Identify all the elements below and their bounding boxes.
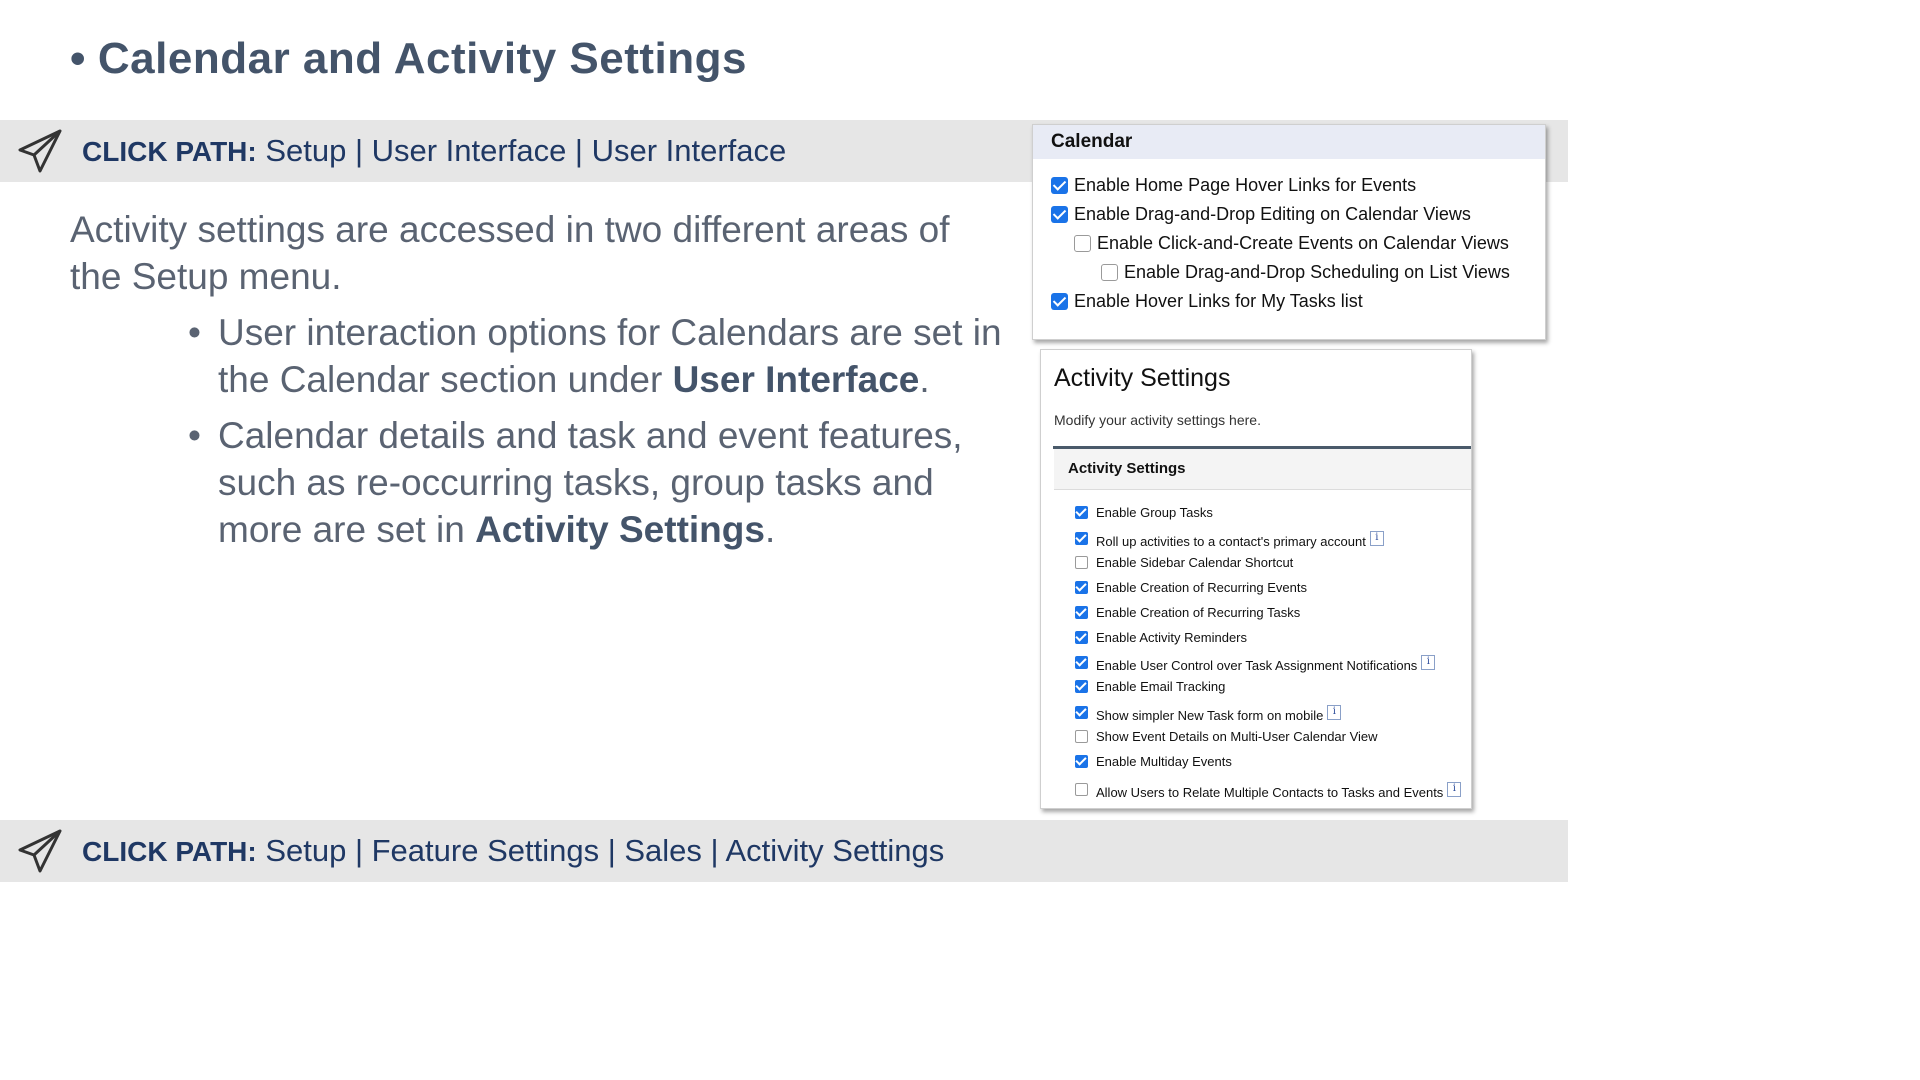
option-label: Allow Users to Relate Multiple Contacts … bbox=[1096, 785, 1444, 800]
checkbox[interactable] bbox=[1075, 755, 1088, 768]
activity-section-header: Activity Settings bbox=[1054, 449, 1471, 490]
activity-option[interactable]: Show simpler New Task form on mobile i bbox=[1075, 705, 1342, 723]
title-text: Calendar and Activity Settings bbox=[97, 34, 747, 83]
option-label: Enable Sidebar Calendar Shortcut bbox=[1096, 555, 1294, 570]
calendar-option[interactable]: Enable Drag-and-Drop Scheduling on List … bbox=[1101, 262, 1510, 283]
activity-option[interactable]: Enable Group Tasks bbox=[1075, 505, 1213, 520]
click-path-banner-bottom: CLICK PATH: Setup | Feature Settings | S… bbox=[0, 820, 1568, 882]
click-path-text: CLICK PATH: Setup | Feature Settings | S… bbox=[82, 833, 944, 869]
click-path-text: CLICK PATH: Setup | User Interface | Use… bbox=[82, 133, 786, 169]
activity-option[interactable]: Enable Creation of Recurring Tasks bbox=[1075, 605, 1300, 620]
option-label: Roll up activities to a contact's primar… bbox=[1096, 534, 1366, 549]
activity-option[interactable]: Enable Multiday Events bbox=[1075, 754, 1232, 769]
checkbox[interactable] bbox=[1075, 606, 1088, 619]
checkbox[interactable] bbox=[1075, 783, 1088, 796]
activity-option[interactable]: Enable Sidebar Calendar Shortcut bbox=[1075, 555, 1293, 570]
option-label: Enable Creation of Recurring Tasks bbox=[1096, 605, 1301, 620]
info-icon[interactable]: i bbox=[1421, 655, 1436, 670]
option-label: Show Event Details on Multi-User Calenda… bbox=[1096, 729, 1378, 744]
bullet-list: • User interaction options for Calendars … bbox=[188, 309, 1008, 562]
calendar-option[interactable]: Enable Click-and-Create Events on Calend… bbox=[1074, 233, 1509, 254]
option-label: Enable Creation of Recurring Events bbox=[1096, 580, 1308, 595]
option-label: Enable Multiday Events bbox=[1096, 754, 1232, 769]
calendar-option[interactable]: Enable Drag-and-Drop Editing on Calendar… bbox=[1051, 204, 1471, 225]
checkbox[interactable] bbox=[1101, 264, 1118, 281]
bullet-item: • User interaction options for Calendars … bbox=[188, 312, 1002, 400]
info-icon[interactable]: i bbox=[1327, 705, 1342, 720]
activity-option[interactable]: Enable User Control over Task Assignment… bbox=[1075, 655, 1436, 673]
activity-option[interactable]: Enable Creation of Recurring Events bbox=[1075, 580, 1307, 595]
bullet-item: • Calendar details and task and event fea… bbox=[188, 415, 963, 550]
option-label: Show simpler New Task form on mobile bbox=[1096, 708, 1324, 723]
checkbox[interactable] bbox=[1051, 177, 1068, 194]
checkbox[interactable] bbox=[1075, 532, 1088, 545]
checkbox[interactable] bbox=[1075, 656, 1088, 669]
option-label: Enable User Control over Task Assignment… bbox=[1096, 658, 1418, 673]
paper-plane-icon bbox=[18, 829, 62, 873]
checkbox[interactable] bbox=[1075, 556, 1088, 569]
activity-panel-subtitle: Modify your activity settings here. bbox=[1054, 412, 1261, 428]
info-icon[interactable]: i bbox=[1369, 531, 1384, 546]
calendar-option[interactable]: Enable Home Page Hover Links for Events bbox=[1051, 175, 1416, 196]
checkbox[interactable] bbox=[1075, 706, 1088, 719]
activity-panel-title: Activity Settings bbox=[1054, 364, 1231, 392]
calendar-option[interactable]: Enable Hover Links for My Tasks list bbox=[1051, 291, 1363, 312]
activity-option[interactable]: Show Event Details on Multi-User Calenda… bbox=[1075, 729, 1378, 744]
info-icon[interactable]: i bbox=[1447, 782, 1462, 797]
activity-settings-panel: Activity Settings Modify your activity s… bbox=[1040, 349, 1472, 809]
option-label: Enable Activity Reminders bbox=[1096, 630, 1248, 645]
checkbox[interactable] bbox=[1051, 293, 1068, 310]
slide-title: • Calendar and Activity Settings bbox=[70, 34, 747, 84]
checkbox[interactable] bbox=[1075, 581, 1088, 594]
click-path-value: Setup | Feature Settings | Sales | Activ… bbox=[256, 833, 945, 868]
calendar-panel-header: Calendar bbox=[1033, 125, 1545, 159]
click-path-value: Setup | User Interface | User Interface bbox=[256, 133, 787, 168]
checkbox[interactable] bbox=[1075, 506, 1088, 519]
activity-option[interactable]: Enable Activity Reminders bbox=[1075, 630, 1247, 645]
checkbox[interactable] bbox=[1075, 631, 1088, 644]
activity-option[interactable]: Enable Email Tracking bbox=[1075, 679, 1225, 694]
click-path-label: CLICK PATH: bbox=[82, 136, 257, 167]
checkbox[interactable] bbox=[1075, 680, 1088, 693]
checkbox[interactable] bbox=[1074, 235, 1091, 252]
activity-option[interactable]: Roll up activities to a contact's primar… bbox=[1075, 531, 1384, 549]
calendar-settings-panel: Calendar Enable Home Page Hover Links fo… bbox=[1032, 124, 1546, 340]
checkbox[interactable] bbox=[1075, 730, 1088, 743]
activity-option[interactable]: Allow Users to Relate Multiple Contacts … bbox=[1075, 782, 1462, 800]
option-label: Enable Email Tracking bbox=[1096, 679, 1226, 694]
click-path-label: CLICK PATH: bbox=[82, 836, 257, 867]
paper-plane-icon bbox=[18, 129, 62, 173]
intro-paragraph: Activity settings are accessed in two di… bbox=[70, 209, 950, 297]
title-bullet: • bbox=[70, 34, 86, 83]
option-label: Enable Group Tasks bbox=[1096, 505, 1213, 520]
checkbox[interactable] bbox=[1051, 206, 1068, 223]
